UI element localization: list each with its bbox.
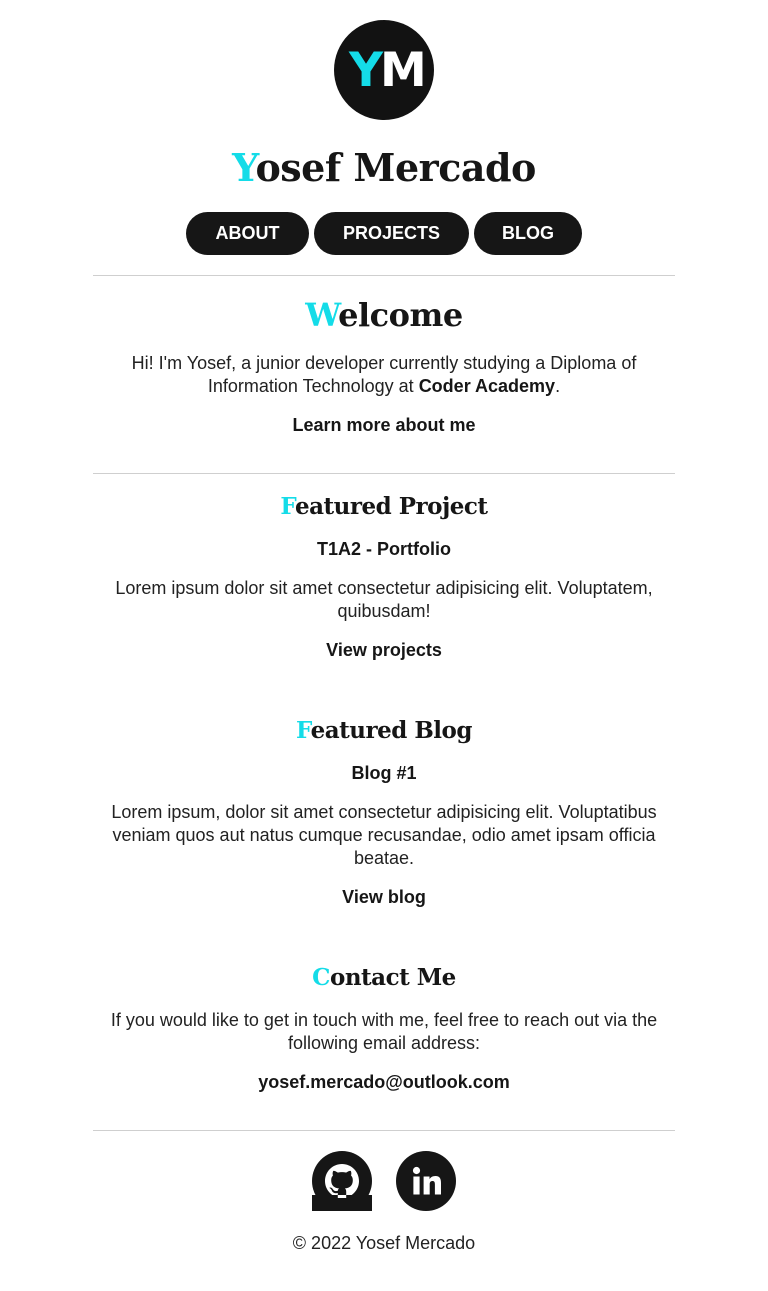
welcome-heading-initial: W xyxy=(305,296,339,334)
featured-project-heading: Featured Project xyxy=(0,492,768,522)
welcome-intro-text: Hi! I'm Yosef, a junior developer curren… xyxy=(131,353,637,396)
logo-letter-y: Y xyxy=(349,43,383,98)
nav-blog-button[interactable]: BLOG xyxy=(474,212,582,255)
divider xyxy=(93,1130,675,1131)
welcome-intro: Hi! I'm Yosef, a junior developer curren… xyxy=(93,352,675,398)
github-icon xyxy=(312,1164,372,1211)
site-title: Yosef Mercado xyxy=(0,145,768,191)
logo-badge[interactable]: Y M xyxy=(334,20,434,120)
welcome-heading-rest: elcome xyxy=(338,296,463,334)
featured-blog-heading: Featured Blog xyxy=(0,716,768,746)
featured-project-heading-initial: F xyxy=(280,493,295,520)
logo-letter-m: M xyxy=(380,43,427,98)
nav-projects-button[interactable]: PROJECTS xyxy=(314,212,469,255)
nav-about-button[interactable]: ABOUT xyxy=(186,212,309,255)
featured-blog-heading-rest: eatured Blog xyxy=(310,717,473,744)
featured-blog-title: Blog #1 xyxy=(351,763,417,783)
school-name: Coder Academy xyxy=(418,376,556,396)
contact-heading-initial: C xyxy=(312,964,330,991)
github-link[interactable] xyxy=(312,1151,372,1211)
contact-heading: Contact Me xyxy=(0,963,768,993)
linkedin-icon xyxy=(412,1166,441,1195)
featured-project-title: T1A2 - Portfolio xyxy=(317,539,451,559)
view-blog-link[interactable]: View blog xyxy=(342,887,426,907)
welcome-heading: Welcome xyxy=(0,295,768,335)
view-projects-link[interactable]: View projects xyxy=(326,640,442,660)
featured-blog-heading-initial: F xyxy=(296,717,311,744)
footer-copyright: © 2022 Yosef Mercado xyxy=(292,1233,476,1253)
site-title-initial: Y xyxy=(232,145,256,190)
divider xyxy=(93,473,675,474)
contact-heading-rest: ontact Me xyxy=(329,964,456,991)
linkedin-link[interactable] xyxy=(396,1151,456,1211)
site-title-rest: osef Mercado xyxy=(255,145,536,190)
contact-email-link[interactable]: yosef.mercado@outlook.com xyxy=(258,1072,510,1092)
welcome-intro-end: . xyxy=(555,376,561,396)
learn-more-link[interactable]: Learn more about me xyxy=(292,415,475,435)
divider xyxy=(93,275,675,276)
featured-project-heading-rest: eatured Project xyxy=(295,493,488,520)
contact-text: If you would like to get in touch with m… xyxy=(110,1010,658,1053)
page: Y M Yosef Mercado ABOUT PROJECTS BLOG We… xyxy=(0,0,768,1291)
featured-blog-description: Lorem ipsum, dolor sit amet consectetur … xyxy=(111,802,657,868)
featured-project-description: Lorem ipsum dolor sit amet consectetur a… xyxy=(115,578,653,621)
